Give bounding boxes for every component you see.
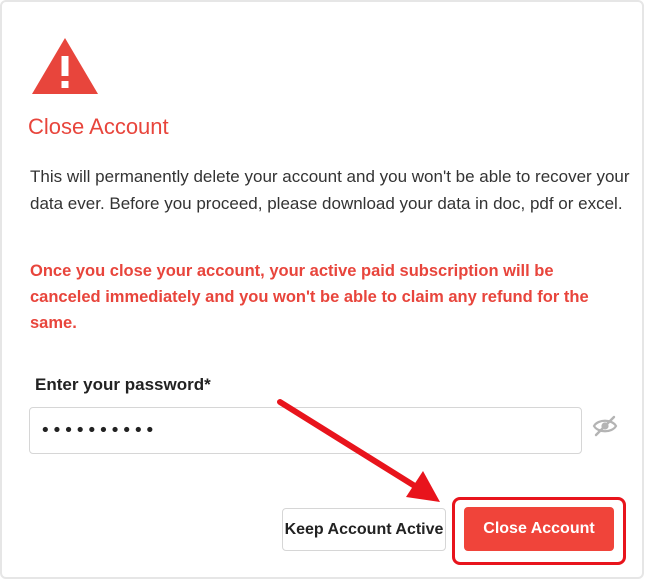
- password-label: Enter your password*: [35, 375, 211, 394]
- close-account-dialog: Close Account This will permanently dele…: [0, 0, 644, 579]
- eye-slash-icon[interactable]: [592, 415, 618, 437]
- dialog-title: Close Account: [28, 114, 169, 139]
- warning-triangle-icon: [32, 38, 98, 94]
- close-account-button[interactable]: Close Account: [464, 507, 614, 551]
- subscription-warning: Once you close your account, your active…: [30, 262, 589, 332]
- password-input[interactable]: [29, 407, 582, 454]
- keep-account-active-button[interactable]: Keep Account Active: [282, 508, 446, 551]
- dialog-description: This will permanently delete your accoun…: [30, 167, 630, 213]
